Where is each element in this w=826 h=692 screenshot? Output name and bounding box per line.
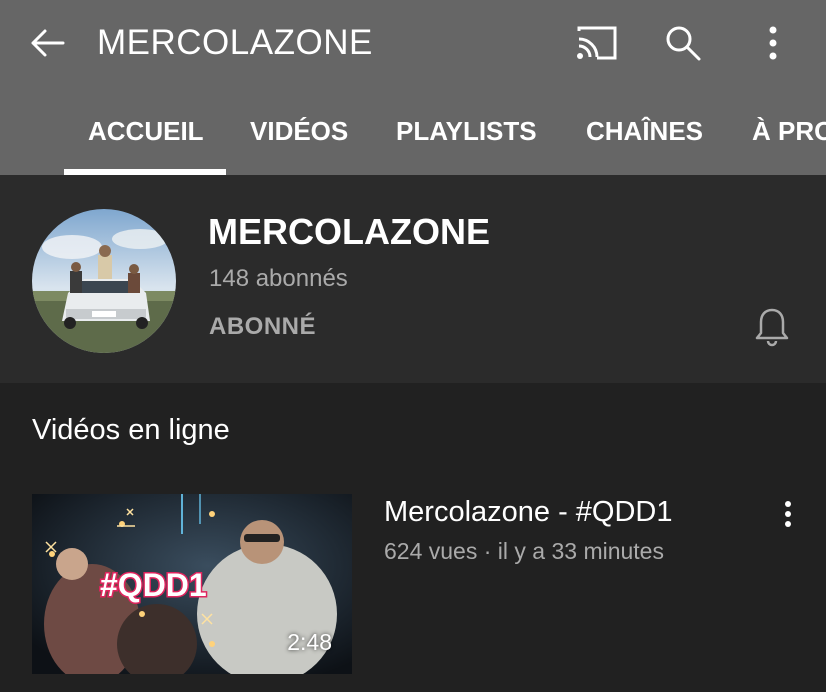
back-button[interactable] xyxy=(24,20,70,66)
thumbnail-tag-text: #QDD1 xyxy=(100,567,207,603)
more-options-button[interactable] xyxy=(750,20,796,66)
tab-accueil[interactable]: ACCUEIL xyxy=(88,100,204,175)
cast-icon xyxy=(577,26,617,60)
back-arrow-icon xyxy=(31,29,65,57)
channel-avatar[interactable] xyxy=(32,209,176,353)
top-app-bar: MERCOLAZONE ACCUEIL VIDÉOS PLAYLISTS CHA… xyxy=(0,0,826,175)
section-title: Vidéos en ligne xyxy=(32,414,230,446)
more-vert-icon xyxy=(785,501,791,527)
search-icon xyxy=(666,26,701,61)
more-vert-icon xyxy=(769,26,777,60)
video-title[interactable]: Mercolazone - #QDD1 xyxy=(384,496,673,529)
bell-icon xyxy=(755,308,789,347)
video-thumbnail[interactable]: #QDD1 2:48 xyxy=(32,494,352,674)
video-meta: 624 vues · il y a 33 minutes xyxy=(384,538,664,564)
notification-bell-button[interactable] xyxy=(748,303,796,351)
video-duration: 2:48 xyxy=(287,629,332,655)
video-more-button[interactable] xyxy=(770,496,806,532)
search-button[interactable] xyxy=(660,20,706,66)
channel-name: MERCOLAZONE xyxy=(208,211,490,252)
subscriber-count: 148 abonnés xyxy=(209,265,348,292)
cast-button[interactable] xyxy=(574,20,620,66)
subscribed-button[interactable]: ABONNÉ xyxy=(209,313,316,341)
app-bar-title: MERCOLAZONE xyxy=(97,23,373,62)
tab-playlists[interactable]: PLAYLISTS xyxy=(396,100,537,175)
tab-chaines[interactable]: CHAÎNES xyxy=(586,100,703,175)
avatar-image xyxy=(32,209,176,353)
tab-videos[interactable]: VIDÉOS xyxy=(250,100,348,175)
channel-header: MERCOLAZONE 148 abonnés ABONNÉ xyxy=(0,175,826,383)
tab-a-propos[interactable]: À PROPOS xyxy=(752,100,826,175)
tab-bar: ACCUEIL VIDÉOS PLAYLISTS CHAÎNES À PROPO… xyxy=(0,100,826,175)
